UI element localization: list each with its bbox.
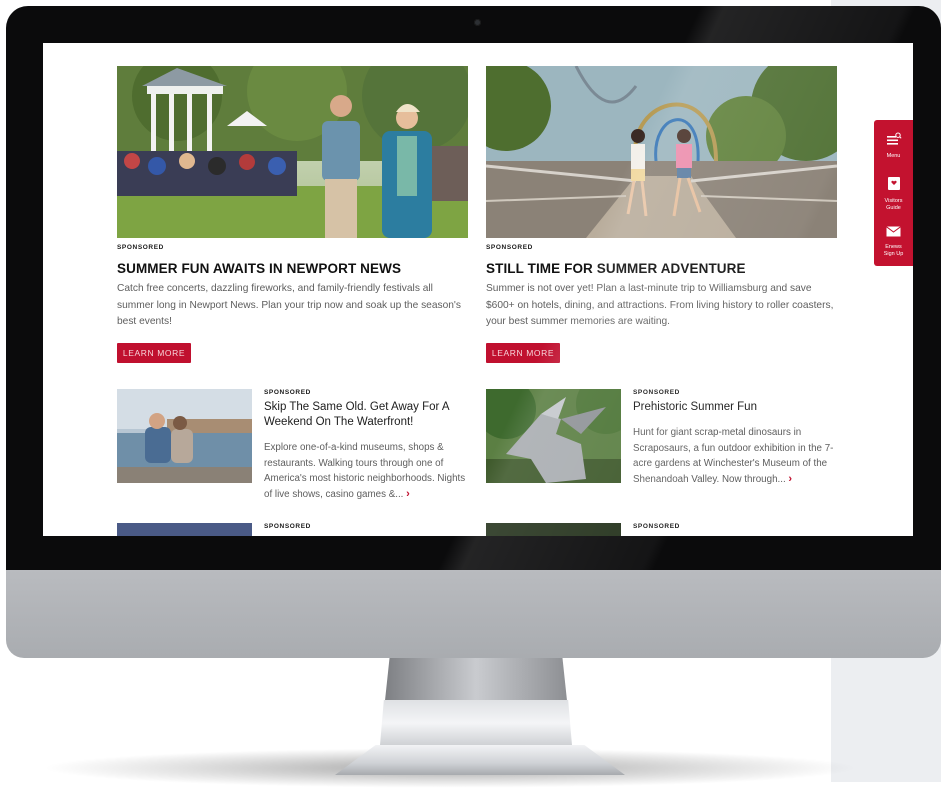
photo-thumb-partial[interactable] <box>117 523 252 536</box>
menu-search-icon <box>886 132 902 150</box>
article-title[interactable]: SUMMER FUN AWAITS IN NEWPORT NEWS <box>117 261 468 276</box>
description-text: Explore one-of-a-kind museums, shops & r… <box>264 442 466 500</box>
article-card-waterfront[interactable]: SPONSORED Skip The Same Old. Get Away Fo… <box>117 389 468 509</box>
description-text: Hunt for giant scrap-metal dinosaurs in … <box>633 427 834 485</box>
article-description: Catch free concerts, dazzling fireworks,… <box>117 283 461 327</box>
monitor-chin <box>6 570 941 658</box>
article-card-williamsburg[interactable]: SPONSORED STILL TIME FOR SUMMER ADVENTUR… <box>486 66 837 363</box>
website-screen: SPONSORED SUMMER FUN AWAITS IN NEWPORT N… <box>43 43 913 536</box>
chevron-right-icon[interactable]: › <box>406 488 410 500</box>
article-description: Explore one-of-a-kind museums, shops & r… <box>264 440 468 502</box>
photo-girls-bridge[interactable] <box>486 66 837 238</box>
mail-icon <box>886 224 901 241</box>
visitors-guide-label-2: Guide <box>886 204 901 211</box>
menu-button[interactable]: Menu <box>874 132 913 160</box>
photo-waterfront-couple[interactable] <box>117 389 252 483</box>
sponsored-label: SPONSORED <box>633 389 680 396</box>
article-description: Hunt for giant scrap-metal dinosaurs in … <box>633 425 837 487</box>
monitor-stand-base <box>335 745 625 775</box>
sponsored-label: SPONSORED <box>633 523 680 530</box>
learn-more-button[interactable]: LEARN MORE <box>486 342 560 363</box>
enews-label-2: Sign Up <box>883 250 904 257</box>
visitors-guide-icon <box>887 177 901 195</box>
sponsored-label: SPONSORED <box>264 523 311 530</box>
article-card-newport-news[interactable]: SPONSORED SUMMER FUN AWAITS IN NEWPORT N… <box>117 66 468 363</box>
sponsored-label: SPONSORED <box>264 389 311 396</box>
sponsored-label: SPONSORED <box>486 244 533 251</box>
chevron-right-icon[interactable]: › <box>788 473 792 485</box>
menu-label: Menu <box>886 153 901 159</box>
enews-signup-button[interactable]: Enews Sign Up <box>874 224 913 257</box>
visitors-guide-button[interactable]: Visitors Guide <box>874 176 913 211</box>
article-card-scraposaurs[interactable]: SPONSORED Prehistoric Summer Fun Hunt fo… <box>486 389 837 509</box>
article-title[interactable]: Skip The Same Old. Get Away For A Weeken… <box>264 400 468 430</box>
article-title[interactable]: Prehistoric Summer Fun <box>633 400 837 415</box>
photo-metal-dinosaur[interactable] <box>486 389 621 483</box>
photo-thumb-partial[interactable] <box>486 523 621 536</box>
learn-more-button[interactable]: LEARN MORE <box>117 342 191 363</box>
article-description: Summer is not over yet! Plan a last-minu… <box>486 283 834 327</box>
article-title[interactable]: STILL TIME FOR SUMMER ADVENTURE <box>486 261 837 276</box>
camera-icon <box>474 19 481 26</box>
sponsored-label: SPONSORED <box>117 244 164 251</box>
side-quick-menu: Menu Visitors Guide Enews Sign Up <box>874 120 913 266</box>
photo-concert-couple[interactable] <box>117 66 468 238</box>
